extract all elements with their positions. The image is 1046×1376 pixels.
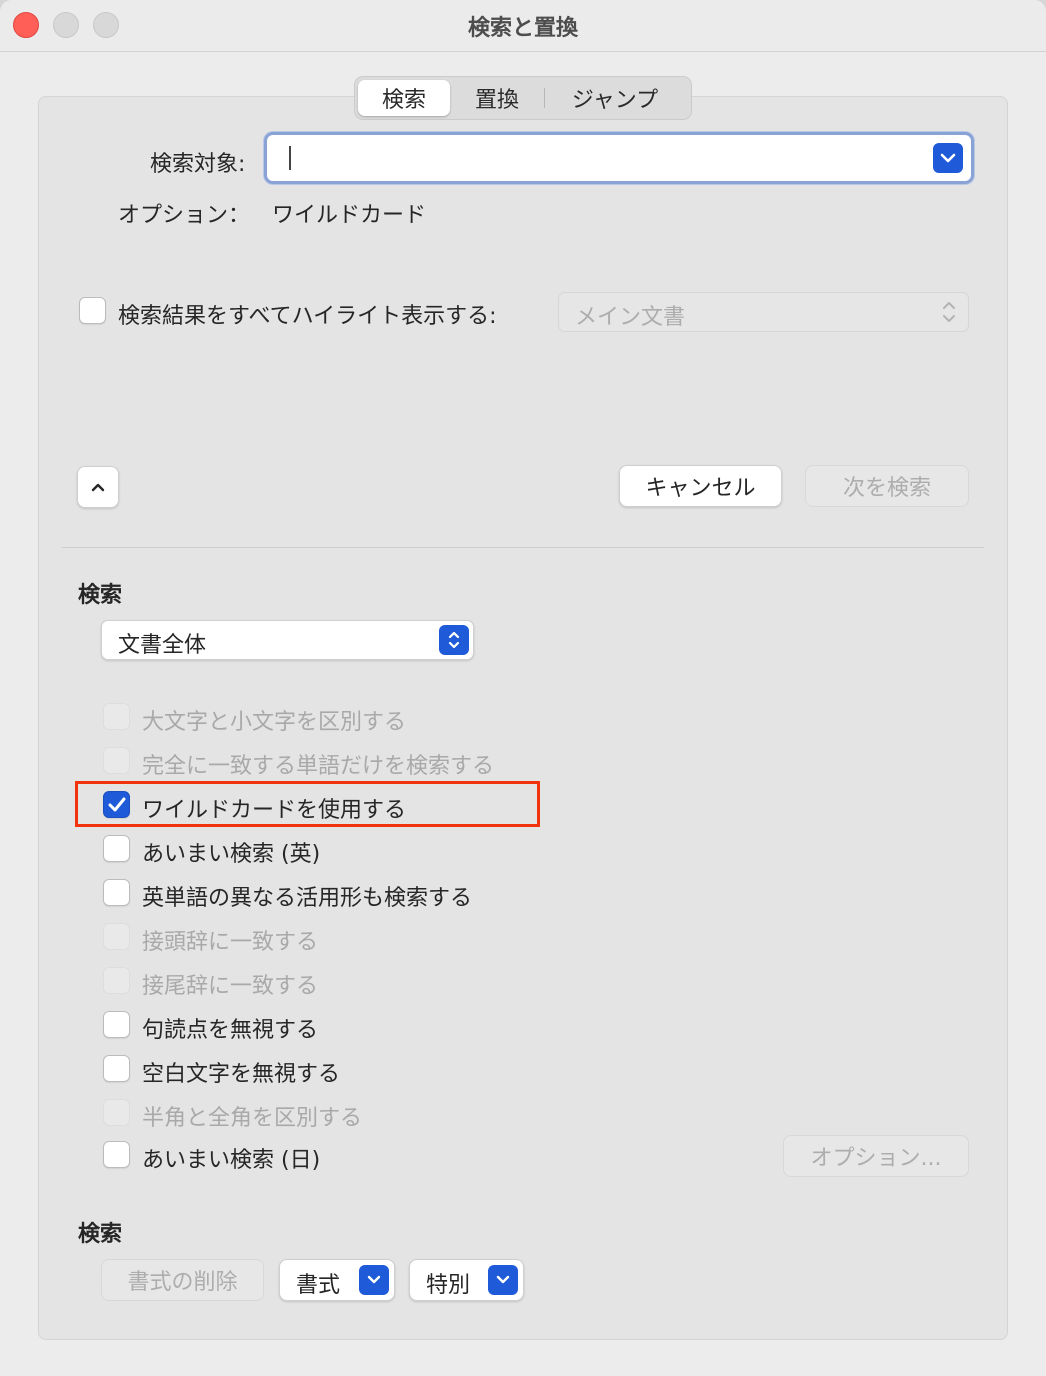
chevron-up-icon [91, 483, 105, 492]
options-value: ワイルドカード [272, 203, 427, 228]
special-menu-label: 特別 [426, 1273, 471, 1298]
use-wildcards-label: ワイルドカードを使用する [142, 798, 407, 823]
highlight-scope-popup: メイン文書 [558, 292, 969, 332]
tab-replace[interactable]: 置換 [450, 80, 544, 116]
search-scope-value: 文書全体 [118, 633, 207, 658]
fuzzy-english-label: あいまい検索 (英) [142, 842, 321, 867]
section-divider [62, 547, 984, 548]
ignore-whitespace-label: 空白文字を無視する [142, 1062, 341, 1087]
chevron-down-icon [488, 1265, 518, 1295]
format-menu-label: 書式 [296, 1273, 341, 1298]
up-down-arrows-icon [942, 299, 956, 329]
match-suffix-checkbox[interactable] [103, 967, 130, 994]
match-width-label: 半角と全角を区別する [142, 1106, 363, 1131]
format-menu-button[interactable]: 書式 [279, 1259, 395, 1301]
find-what-label: 検索対象: [150, 152, 246, 177]
use-wildcards-checkbox[interactable] [103, 791, 130, 818]
fuzzy-japanese-checkbox[interactable] [103, 1141, 130, 1168]
find-replace-dialog: 検索と置換 検索 置換 ジャンプ 検索対象: オプション： ワイルドカード 検索… [0, 0, 1046, 1376]
whole-words-label: 完全に一致する単語だけを検索する [142, 754, 495, 779]
chevron-down-icon [940, 153, 956, 163]
match-width-checkbox[interactable] [103, 1099, 130, 1126]
window-title: 検索と置換 [467, 16, 578, 41]
collapse-options-button[interactable] [77, 466, 119, 508]
text-caret [289, 146, 291, 170]
tab-goto[interactable]: ジャンプ [545, 80, 685, 116]
search-section-title: 検索 [78, 583, 123, 608]
highlight-all-label: 検索結果をすべてハイライト表示する: [118, 304, 497, 329]
options-label: オプション： [118, 203, 251, 228]
match-case-checkbox[interactable] [103, 703, 130, 730]
chevron-down-icon [359, 1265, 389, 1295]
fuzzy-english-checkbox[interactable] [103, 835, 130, 862]
clear-formatting-button[interactable]: 書式の削除 [101, 1259, 264, 1301]
match-prefix-checkbox[interactable] [103, 923, 130, 950]
find-what-input[interactable] [264, 132, 974, 184]
highlight-all-checkbox[interactable] [79, 297, 106, 324]
whole-words-checkbox[interactable] [103, 747, 130, 774]
special-menu-button[interactable]: 特別 [409, 1259, 524, 1301]
ignore-whitespace-checkbox[interactable] [103, 1055, 130, 1082]
search-scope-popup[interactable]: 文書全体 [101, 620, 474, 660]
up-down-arrows-icon [439, 625, 469, 655]
tab-bar: 検索 置換 ジャンプ [354, 76, 692, 120]
cancel-button[interactable]: キャンセル [619, 465, 782, 507]
match-suffix-label: 接尾辞に一致する [142, 974, 319, 999]
checkmark-icon [108, 797, 125, 811]
find-next-button[interactable]: 次を検索 [805, 465, 969, 507]
fuzzy-options-button[interactable]: オプション... [783, 1135, 969, 1177]
ignore-punctuation-checkbox[interactable] [103, 1011, 130, 1038]
match-case-label: 大文字と小文字を区別する [142, 710, 407, 735]
word-forms-checkbox[interactable] [103, 879, 130, 906]
format-section-title: 検索 [78, 1222, 123, 1247]
recent-searches-dropdown-button[interactable] [933, 143, 963, 173]
fuzzy-japanese-label: あいまい検索 (日) [142, 1148, 321, 1173]
ignore-punctuation-label: 句読点を無視する [142, 1018, 319, 1043]
highlight-scope-value: メイン文書 [575, 305, 686, 330]
title-bar: 検索と置換 [0, 0, 1046, 52]
tab-find[interactable]: 検索 [358, 80, 450, 116]
match-prefix-label: 接頭辞に一致する [142, 930, 319, 955]
word-forms-label: 英単語の異なる活用形も検索する [142, 886, 473, 911]
